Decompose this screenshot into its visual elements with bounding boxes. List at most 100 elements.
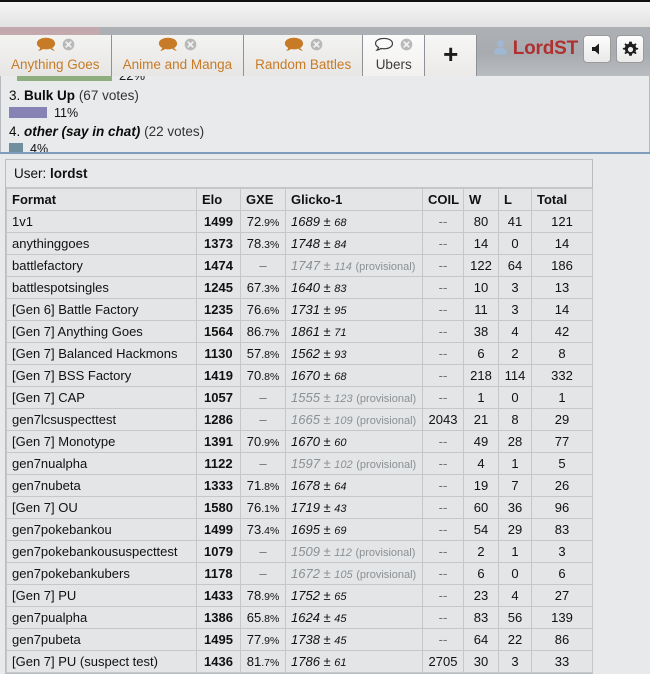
ladder-table: Format Elo GXE Glicko-1 COIL W L Total 1v1 1499 7… bbox=[6, 188, 593, 673]
table-row: gen7pokebankoususpecttest 1079–1509 ± 112… bbox=[6, 540, 593, 563]
cell-elo: 1386 bbox=[196, 606, 241, 629]
cell-elo: 1495 bbox=[196, 628, 241, 651]
cell-wins: 4 bbox=[463, 452, 499, 475]
cell-coil: -- bbox=[422, 232, 464, 255]
poll-option-number: 4. bbox=[9, 124, 21, 139]
cell-format: 1v1 bbox=[6, 210, 197, 233]
cell-coil: -- bbox=[422, 342, 464, 365]
cell-format: [Gen 7] BSS Factory bbox=[6, 364, 197, 387]
close-tab-button[interactable] bbox=[310, 38, 323, 56]
cell-wins: 83 bbox=[463, 606, 499, 629]
cell-losses: 56 bbox=[498, 606, 532, 629]
cell-total: 186 bbox=[531, 254, 593, 277]
cell-total: 1 bbox=[531, 386, 593, 409]
poll-option: 3. Bulk Up (67 votes) 11% bbox=[9, 88, 641, 120]
cell-elo: 1499 bbox=[196, 210, 241, 233]
cell-coil: -- bbox=[422, 606, 464, 629]
table-header-row: Format Elo GXE Glicko-1 COIL W L Total bbox=[6, 188, 593, 211]
cell-losses: 0 bbox=[498, 386, 532, 409]
user-menu: LordST bbox=[493, 35, 644, 63]
cell-losses: 7 bbox=[498, 474, 532, 497]
cell-gxe: 57.8% bbox=[240, 342, 286, 365]
column-header-total: Total bbox=[531, 188, 593, 211]
cell-total: 3 bbox=[531, 540, 593, 563]
column-header-w: W bbox=[463, 188, 499, 211]
cell-format: gen7lcsuspecttest bbox=[6, 408, 197, 431]
table-row: [Gen 6] Battle Factory 1235 76.6% 1731 ± 95… bbox=[6, 298, 593, 321]
tab-label: Anime and Manga bbox=[122, 57, 233, 72]
cell-coil: -- bbox=[422, 584, 464, 607]
cell-losses: 1 bbox=[498, 540, 532, 563]
sound-button[interactable] bbox=[583, 35, 611, 63]
cell-format: battlefactory bbox=[6, 254, 197, 277]
table-row: [Gen 7] PU (suspect test) 1436 81.7% 1786 ±… bbox=[6, 650, 593, 673]
cell-gxe: 67.3% bbox=[240, 276, 286, 299]
settings-button[interactable] bbox=[616, 35, 644, 63]
cell-coil: -- bbox=[422, 496, 464, 519]
tab-anything-goes[interactable]: Anything Goes bbox=[0, 35, 112, 76]
cell-format: gen7pokebankou bbox=[6, 518, 197, 541]
cell-losses: 29 bbox=[498, 518, 532, 541]
cell-losses: 4 bbox=[498, 320, 532, 343]
cell-coil: -- bbox=[422, 452, 464, 475]
cell-elo: 1564 bbox=[196, 320, 241, 343]
cell-elo: 1235 bbox=[196, 298, 241, 321]
cell-wins: 49 bbox=[463, 430, 499, 453]
cell-elo: 1419 bbox=[196, 364, 241, 387]
cell-total: 27 bbox=[531, 584, 593, 607]
cell-glicko: 1786 ± 61 bbox=[285, 650, 423, 673]
cell-coil: -- bbox=[422, 210, 464, 233]
cell-wins: 23 bbox=[463, 584, 499, 607]
tab-ubers[interactable]: Ubers bbox=[363, 35, 426, 76]
cell-total: 6 bbox=[531, 562, 593, 585]
cell-glicko: 1672 ± 105 (provisional) bbox=[285, 562, 423, 585]
cell-format: gen7pokebankoususpecttest bbox=[6, 540, 197, 563]
cell-coil: -- bbox=[422, 254, 464, 277]
cell-total: 139 bbox=[531, 606, 593, 629]
tab-anime-and-manga[interactable]: Anime and Manga bbox=[111, 35, 245, 76]
cell-coil: 2705 bbox=[422, 650, 464, 673]
cell-wins: 2 bbox=[463, 540, 499, 563]
cell-losses: 8 bbox=[498, 408, 532, 431]
poll-option: 4. other (say in chat) (22 votes) 4% bbox=[9, 124, 641, 154]
close-tab-button[interactable] bbox=[400, 38, 413, 56]
cell-glicko: 1640 ± 83 bbox=[285, 276, 423, 299]
cell-elo: 1245 bbox=[196, 276, 241, 299]
cell-gxe: – bbox=[240, 540, 286, 563]
tab-label: Anything Goes bbox=[11, 57, 100, 72]
volume-icon bbox=[591, 43, 599, 55]
poll-option-votes: (67 votes) bbox=[78, 88, 139, 103]
poll-option-label: other (say in chat) bbox=[24, 124, 141, 139]
tab-label: Random Battles bbox=[255, 57, 352, 72]
table-row: battlefactory 1474–1747 ± 114 (provisiona… bbox=[6, 254, 593, 277]
table-row: gen7pubeta 1495 77.9% 1738 ± 45 -- 64 22 86 bbox=[6, 628, 593, 651]
cell-total: 96 bbox=[531, 496, 593, 519]
cell-elo: 1122 bbox=[196, 452, 241, 475]
tab-random-battles[interactable]: Random Battles bbox=[244, 35, 364, 76]
close-tab-button[interactable] bbox=[184, 38, 197, 56]
cell-glicko: 1731 ± 95 bbox=[285, 298, 423, 321]
poll-option-label: Bulk Up bbox=[24, 88, 76, 103]
poll-option-percent: 11% bbox=[54, 105, 79, 120]
cell-elo: 1286 bbox=[196, 408, 241, 431]
cell-glicko: 1509 ± 112 (provisional) bbox=[285, 540, 423, 563]
cell-format: gen7pualpha bbox=[6, 606, 197, 629]
cell-elo: 1057 bbox=[196, 386, 241, 409]
gear-icon bbox=[622, 41, 638, 56]
cell-format: [Gen 7] PU (suspect test) bbox=[6, 650, 197, 673]
table-row: [Gen 7] PU 1433 78.9% 1752 ± 65 -- 23 4 27 bbox=[6, 584, 593, 607]
username-label[interactable]: LordST bbox=[513, 38, 578, 60]
cell-glicko: 1670 ± 60 bbox=[285, 430, 423, 453]
close-tab-button[interactable] bbox=[62, 38, 75, 56]
cell-coil: -- bbox=[422, 474, 464, 497]
cell-format: [Gen 7] CAP bbox=[6, 386, 197, 409]
cell-gxe: – bbox=[240, 386, 286, 409]
cell-losses: 28 bbox=[498, 430, 532, 453]
cell-gxe: 81.7% bbox=[240, 650, 286, 673]
cell-total: 29 bbox=[531, 408, 593, 431]
cell-format: [Gen 7] Anything Goes bbox=[6, 320, 197, 343]
new-tab-button[interactable]: + bbox=[425, 35, 478, 76]
cell-total: 83 bbox=[531, 518, 593, 541]
cell-losses: 3 bbox=[498, 276, 532, 299]
cell-glicko: 1719 ± 43 bbox=[285, 496, 423, 519]
